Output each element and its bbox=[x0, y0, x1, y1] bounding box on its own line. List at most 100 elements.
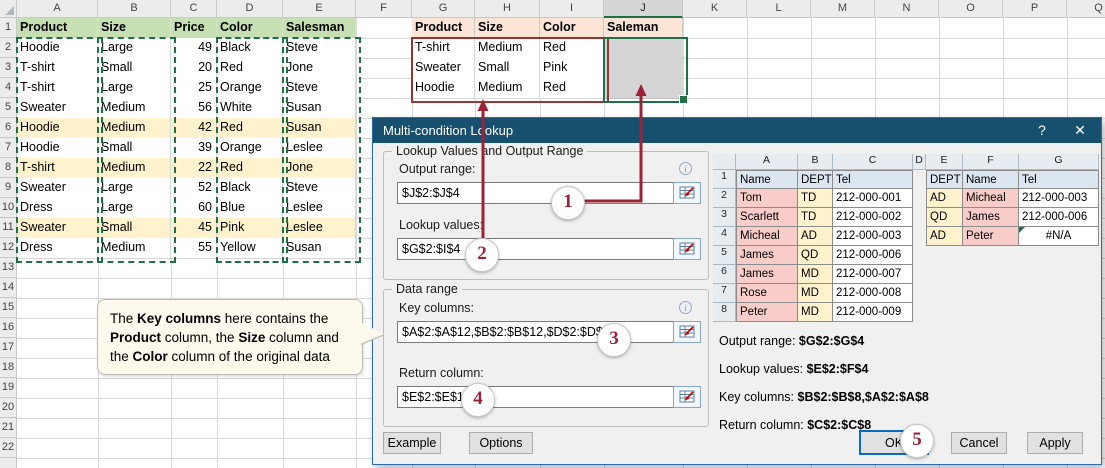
table1-cell[interactable]: Jone bbox=[283, 158, 356, 179]
apply-button[interactable]: Apply bbox=[1027, 432, 1083, 454]
row-header-12[interactable]: 12 bbox=[0, 238, 17, 258]
column-header-P[interactable]: P bbox=[1003, 0, 1067, 18]
table1-cell[interactable]: Medium bbox=[98, 98, 171, 119]
table1-cell[interactable]: T-shirt bbox=[17, 78, 98, 99]
output-cell-empty[interactable] bbox=[604, 58, 683, 79]
table1-cell[interactable]: Small bbox=[98, 138, 171, 159]
row-header-8[interactable]: 8 bbox=[0, 158, 17, 178]
column-header-K[interactable]: K bbox=[683, 0, 747, 18]
row-header-14[interactable]: 14 bbox=[0, 278, 17, 298]
return-column-input[interactable] bbox=[397, 386, 673, 408]
column-header-O[interactable]: O bbox=[939, 0, 1003, 18]
row-header-1[interactable]: 1 bbox=[0, 18, 17, 38]
row-header-16[interactable]: 16 bbox=[0, 318, 17, 338]
table1-cell[interactable]: Medium bbox=[98, 238, 171, 259]
table1-cell[interactable]: White bbox=[217, 98, 283, 119]
table1-cell[interactable]: Medium bbox=[98, 118, 171, 139]
table2-cell[interactable]: Hoodie bbox=[412, 78, 475, 99]
fill-handle[interactable] bbox=[679, 95, 688, 104]
table1-cell[interactable]: 22 bbox=[171, 158, 217, 179]
table2-cell[interactable]: Medium bbox=[475, 38, 540, 59]
dialog-titlebar[interactable]: Multi-condition Lookup ? ✕ bbox=[373, 118, 1101, 143]
range-picker-icon[interactable] bbox=[673, 386, 701, 408]
table1-cell[interactable]: 55 bbox=[171, 238, 217, 259]
table1-cell[interactable]: Small bbox=[98, 218, 171, 239]
table1-cell[interactable]: Jone bbox=[283, 58, 356, 79]
table2-header-cell[interactable]: Size bbox=[475, 18, 540, 39]
column-header-M[interactable]: M bbox=[811, 0, 875, 18]
column-header-I[interactable]: I bbox=[540, 0, 604, 18]
table1-cell[interactable]: Blue bbox=[217, 198, 283, 219]
options-button[interactable]: Options bbox=[469, 432, 533, 454]
table1-cell[interactable]: Steve bbox=[283, 38, 356, 59]
table1-cell[interactable]: Large bbox=[98, 198, 171, 219]
table1-cell[interactable]: 42 bbox=[171, 118, 217, 139]
table1-cell[interactable]: 52 bbox=[171, 178, 217, 199]
table1-cell[interactable]: Red bbox=[217, 158, 283, 179]
table1-cell[interactable]: Dress bbox=[17, 198, 98, 219]
table1-cell[interactable]: Sweater bbox=[17, 98, 98, 119]
table1-cell[interactable]: 25 bbox=[171, 78, 217, 99]
table1-cell[interactable]: 49 bbox=[171, 38, 217, 59]
table1-cell[interactable]: Dress bbox=[17, 238, 98, 259]
row-header-17[interactable]: 17 bbox=[0, 338, 17, 358]
range-picker-icon[interactable] bbox=[673, 182, 701, 204]
row-header-10[interactable]: 10 bbox=[0, 198, 17, 218]
column-header-G[interactable]: G bbox=[412, 0, 475, 18]
table1-cell[interactable]: Large bbox=[98, 38, 171, 59]
table1-cell[interactable]: Leslee bbox=[283, 218, 356, 239]
row-header-6[interactable]: 6 bbox=[0, 118, 17, 138]
row-header-22[interactable]: 22 bbox=[0, 438, 17, 458]
column-header-Q[interactable]: Q bbox=[1067, 0, 1105, 18]
column-header-D[interactable]: D bbox=[217, 0, 283, 18]
output-range-input[interactable] bbox=[397, 182, 673, 204]
row-header-15[interactable]: 15 bbox=[0, 298, 17, 318]
table1-cell[interactable]: 56 bbox=[171, 98, 217, 119]
row-header-2[interactable]: 2 bbox=[0, 38, 17, 58]
table1-cell[interactable]: Susan bbox=[283, 238, 356, 259]
output-cell-empty[interactable] bbox=[604, 38, 683, 59]
table2-header-cell[interactable]: Product bbox=[412, 18, 475, 39]
table1-header-cell[interactable]: Salesman bbox=[283, 18, 356, 39]
table1-cell[interactable]: Susan bbox=[283, 98, 356, 119]
column-header-B[interactable]: B bbox=[98, 0, 171, 18]
column-header-N[interactable]: N bbox=[875, 0, 939, 18]
table1-cell[interactable]: Small bbox=[98, 58, 171, 79]
table1-cell[interactable]: Sweater bbox=[17, 218, 98, 239]
cancel-button[interactable]: Cancel bbox=[951, 432, 1007, 454]
table1-cell[interactable]: Steve bbox=[283, 178, 356, 199]
column-header-E[interactable]: E bbox=[283, 0, 356, 18]
table1-cell[interactable]: 20 bbox=[171, 58, 217, 79]
close-icon[interactable]: ✕ bbox=[1065, 118, 1095, 143]
table1-cell[interactable]: Red bbox=[217, 118, 283, 139]
table1-header-cell[interactable]: Product bbox=[17, 18, 98, 39]
table1-cell[interactable]: 39 bbox=[171, 138, 217, 159]
example-button[interactable]: Example bbox=[383, 432, 441, 454]
table1-cell[interactable]: T-shirt bbox=[17, 58, 98, 79]
row-header-3[interactable]: 3 bbox=[0, 58, 17, 78]
row-header-21[interactable]: 21 bbox=[0, 418, 17, 438]
table1-cell[interactable]: Red bbox=[217, 58, 283, 79]
column-header-F[interactable]: F bbox=[356, 0, 412, 18]
table1-cell[interactable]: Susan bbox=[283, 118, 356, 139]
column-header-C[interactable]: C bbox=[171, 0, 217, 18]
table1-cell[interactable]: Hoodie bbox=[17, 38, 98, 59]
column-header-J[interactable]: J bbox=[604, 0, 683, 18]
table1-header-cell[interactable]: Size bbox=[98, 18, 171, 39]
table2-cell[interactable]: Small bbox=[475, 58, 540, 79]
info-icon[interactable]: i bbox=[679, 301, 692, 314]
table1-cell[interactable]: Hoodie bbox=[17, 138, 98, 159]
output-cell-empty[interactable] bbox=[604, 78, 683, 99]
select-all-corner[interactable] bbox=[0, 0, 17, 18]
table1-cell[interactable]: Hoodie bbox=[17, 118, 98, 139]
table1-cell[interactable]: Steve bbox=[283, 78, 356, 99]
range-picker-icon[interactable] bbox=[673, 238, 701, 260]
table1-cell[interactable]: Yellow bbox=[217, 238, 283, 259]
lookup-values-input[interactable] bbox=[397, 238, 673, 260]
table1-cell[interactable]: Black bbox=[217, 178, 283, 199]
row-header-18[interactable]: 18 bbox=[0, 358, 17, 378]
column-header-L[interactable]: L bbox=[747, 0, 811, 18]
range-picker-icon[interactable] bbox=[673, 321, 701, 343]
table2-header-cell[interactable]: Saleman bbox=[604, 18, 683, 39]
table2-cell[interactable]: Pink bbox=[540, 58, 604, 79]
